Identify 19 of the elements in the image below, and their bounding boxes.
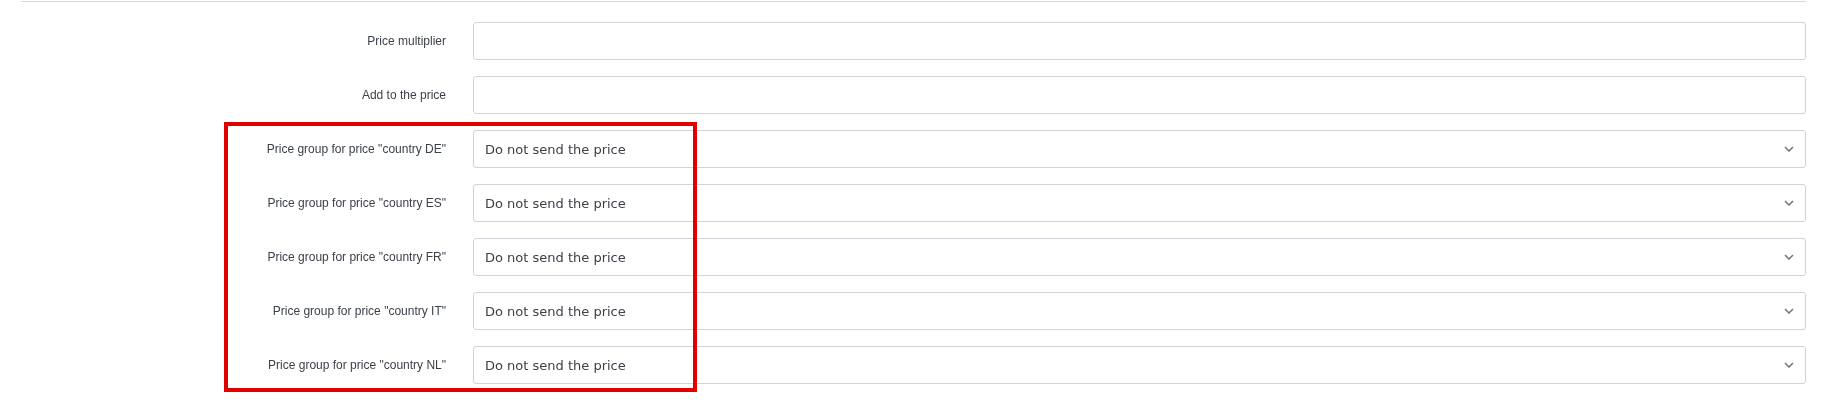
- chevron-down-icon: [1784, 200, 1794, 206]
- input-field[interactable]: [473, 22, 1806, 60]
- select-dropdown[interactable]: Do not send the price: [473, 346, 1806, 384]
- chevron-down-icon: [1784, 254, 1794, 260]
- select-dropdown[interactable]: Do not send the price: [473, 238, 1806, 276]
- field-label: Price group for price "country NL": [267, 358, 447, 372]
- select-dropdown[interactable]: Do not send the price: [473, 184, 1806, 222]
- chevron-down-icon: [1784, 308, 1794, 314]
- field-label: Price group for price "country DE": [265, 142, 447, 156]
- select-dropdown[interactable]: Do not send the price: [473, 292, 1806, 330]
- select-dropdown[interactable]: Do not send the price: [473, 130, 1806, 168]
- field-label: Price group for price "country IT": [271, 304, 447, 318]
- field-label: Price group for price "country ES": [266, 196, 447, 210]
- field-label: Price group for price "country FR": [266, 250, 447, 264]
- field-label: Price multiplier: [366, 34, 447, 48]
- chevron-down-icon: [1784, 362, 1794, 368]
- input-field[interactable]: [473, 76, 1806, 114]
- field-label: Add to the price: [360, 88, 447, 102]
- chevron-down-icon: [1784, 146, 1794, 152]
